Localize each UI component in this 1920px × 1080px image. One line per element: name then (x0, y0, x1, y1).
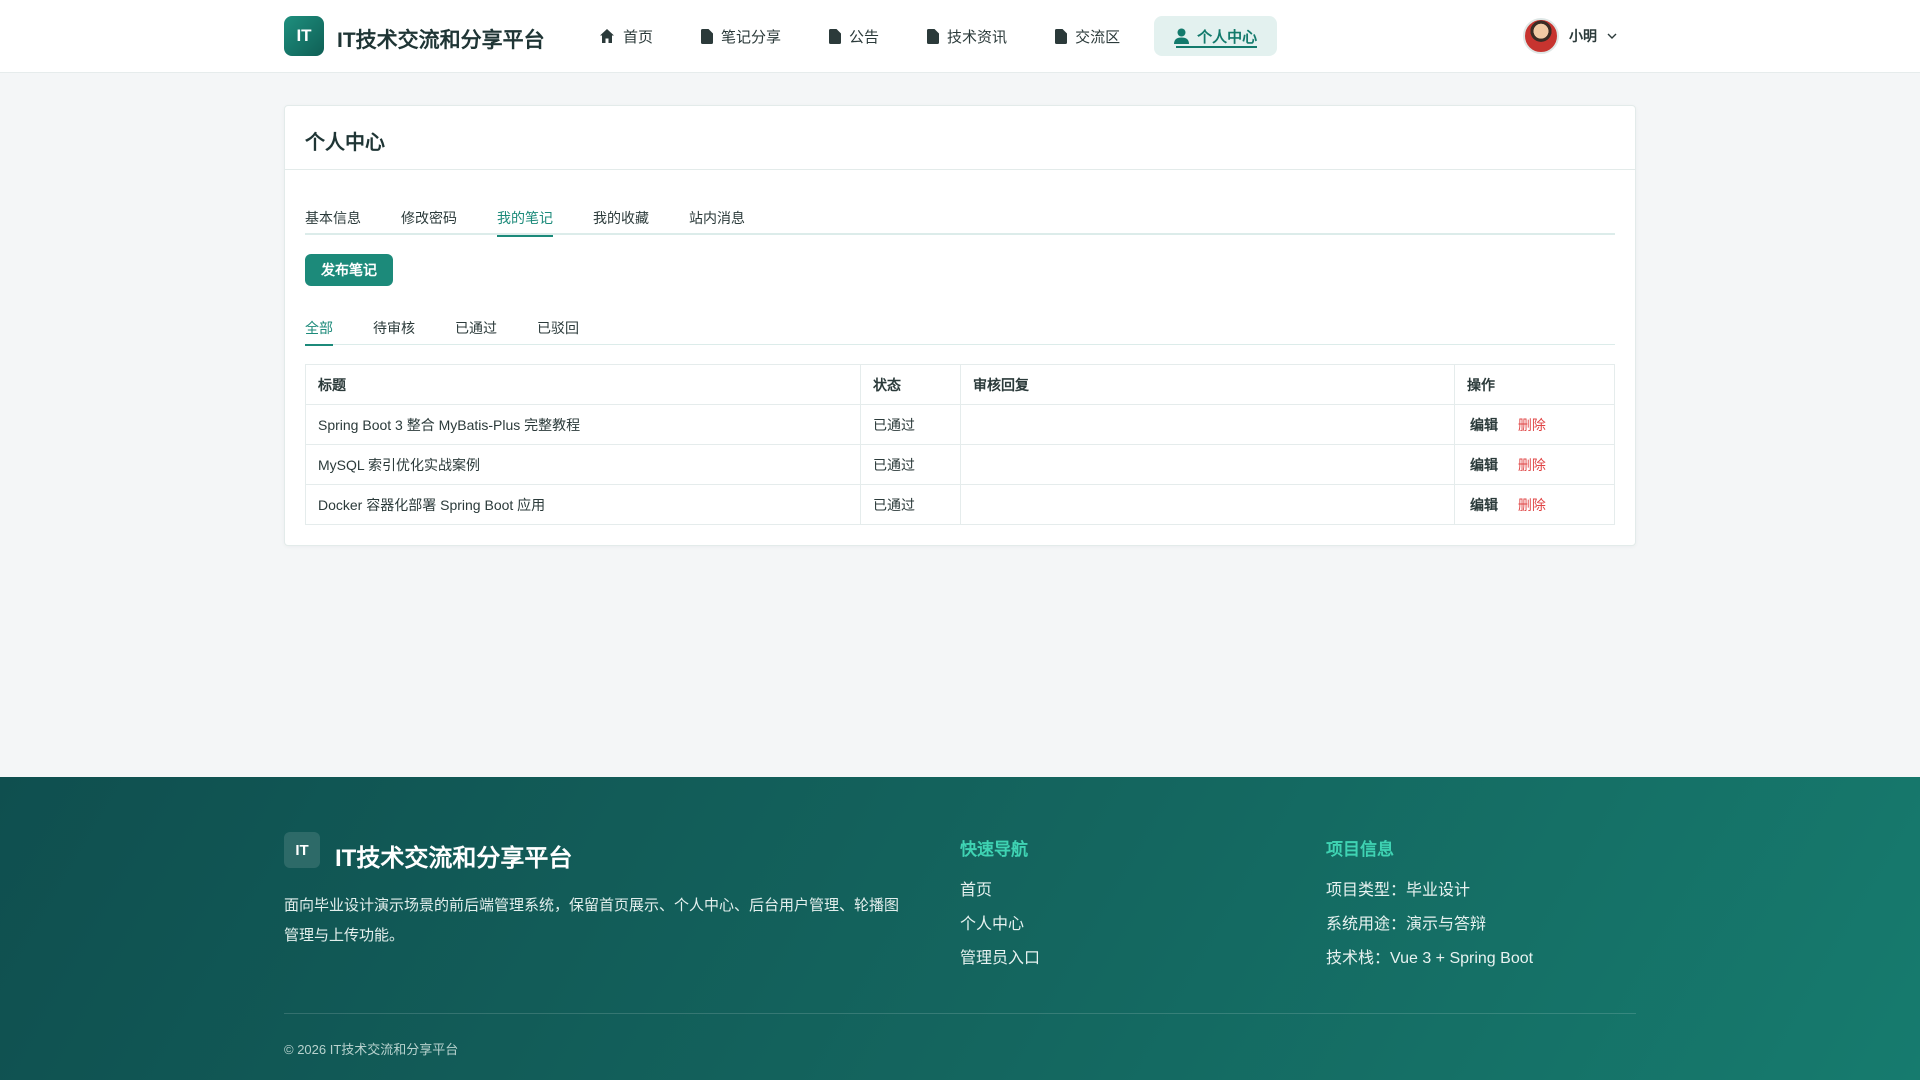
profile-tabs: 基本信息 修改密码 我的笔记 我的收藏 站内消息 (305, 202, 1615, 237)
table-row: MySQL 索引优化实战案例 已通过 编辑 删除 (305, 444, 1615, 485)
home-icon (600, 29, 614, 43)
table-row: Spring Boot 3 整合 MyBatis-Plus 完整教程 已通过 编… (305, 404, 1615, 445)
document-icon (701, 28, 714, 44)
footer-brand: IT技术交流和分享平台 (335, 845, 573, 872)
tab-change-password[interactable]: 修改密码 (401, 202, 457, 235)
table-header-row: 标题 状态 审核回复 操作 (305, 364, 1615, 405)
document-icon (829, 28, 842, 44)
subtab-pending[interactable]: 待审核 (373, 311, 415, 345)
active-nav-underline (1176, 46, 1258, 48)
note-reply (960, 484, 1455, 525)
nav-notes-label: 笔记分享 (721, 28, 782, 46)
note-actions: 编辑 删除 (1454, 484, 1615, 525)
delete-button[interactable]: 删除 (1518, 417, 1546, 433)
project-type: 项目类型：毕业设计 (1326, 882, 1471, 899)
note-status: 已通过 (860, 404, 961, 445)
table-row: Docker 容器化部署 Spring Boot 应用 已通过 编辑 删除 (305, 484, 1615, 525)
footer-link-admin[interactable]: 管理员入口 (960, 942, 1040, 976)
footer-logo-badge: IT (284, 832, 320, 868)
header-status: 状态 (860, 364, 961, 405)
subtab-approved[interactable]: 已通过 (455, 311, 497, 345)
project-tech-stack: 技术栈：Vue 3 + Spring Boot (1326, 950, 1534, 967)
tab-my-favorites[interactable]: 我的收藏 (593, 202, 649, 235)
note-title: Docker 容器化部署 Spring Boot 应用 (305, 484, 861, 525)
nav-announcements[interactable]: 公告 (815, 16, 893, 56)
note-status: 已通过 (860, 444, 961, 485)
nav-personal-center-label: 个人中心 (1197, 28, 1258, 46)
tab-basic-info[interactable]: 基本信息 (305, 202, 361, 235)
quick-nav-heading: 快速导航 (960, 840, 1028, 859)
subtab-rejected[interactable]: 已驳回 (537, 311, 579, 345)
copyright: © 2026 IT技术交流和分享平台 (284, 1042, 459, 1057)
nav-tech-news[interactable]: 技术资讯 (913, 16, 1021, 56)
nav-announcements-label: 公告 (849, 28, 880, 46)
notes-table: 标题 状态 审核回复 操作 Spring Boot 3 整合 MyBatis-P… (305, 364, 1615, 525)
header-review-reply: 审核回复 (960, 364, 1455, 405)
avatar[interactable] (1523, 18, 1559, 54)
project-info-heading: 项目信息 (1326, 840, 1394, 859)
document-icon (927, 28, 940, 44)
edit-button[interactable]: 编辑 (1470, 457, 1498, 473)
note-reply (960, 444, 1455, 485)
page-title: 个人中心 (305, 132, 385, 154)
user-menu[interactable]: 小明 (1523, 17, 1617, 55)
nav-forum[interactable]: 交流区 (1041, 16, 1134, 56)
nav-tech-news-label: 技术资讯 (947, 28, 1008, 46)
footer-project-info: 项目信息 项目类型：毕业设计 系统用途：演示与答辩 技术栈：Vue 3 + Sp… (1326, 835, 1533, 976)
header-title: 标题 (305, 364, 861, 405)
nav-notes[interactable]: 笔记分享 (687, 16, 795, 56)
header-actions: 操作 (1454, 364, 1615, 405)
note-actions: 编辑 删除 (1454, 444, 1615, 485)
personal-center-card: 个人中心 基本信息 修改密码 我的笔记 我的收藏 站内消息 发布笔记 全部 待审… (284, 105, 1636, 546)
note-actions: 编辑 删除 (1454, 404, 1615, 445)
tab-messages[interactable]: 站内消息 (689, 202, 745, 235)
site-footer: IT IT技术交流和分享平台 面向毕业设计演示场景的前后端管理系统，保留首页展示… (0, 777, 1920, 1080)
publish-note-button[interactable]: 发布笔记 (305, 254, 393, 286)
logo-badge[interactable]: IT (284, 16, 324, 56)
note-reply (960, 404, 1455, 445)
footer-quick-nav: 快速导航 首页 个人中心 管理员入口 (960, 835, 1040, 976)
nav-home-label: 首页 (623, 28, 654, 46)
note-title: Spring Boot 3 整合 MyBatis-Plus 完整教程 (305, 404, 861, 445)
status-filter-tabs: 全部 待审核 已通过 已驳回 (305, 311, 1615, 346)
chevron-down-icon[interactable] (1607, 33, 1617, 39)
delete-button[interactable]: 删除 (1518, 497, 1546, 513)
footer-link-personal-center[interactable]: 个人中心 (960, 908, 1040, 942)
card-divider (285, 169, 1635, 170)
footer-description: 面向毕业设计演示场景的前后端管理系统，保留首页展示、个人中心、后台用户管理、轮播… (284, 897, 900, 944)
note-status: 已通过 (860, 484, 961, 525)
footer-divider (284, 1013, 1636, 1014)
note-title: MySQL 索引优化实战案例 (305, 444, 861, 485)
tab-my-notes[interactable]: 我的笔记 (497, 202, 553, 237)
delete-button[interactable]: 删除 (1518, 457, 1546, 473)
user-icon (1174, 28, 1190, 44)
document-icon (1055, 28, 1068, 44)
nav-forum-label: 交流区 (1075, 28, 1121, 46)
site-title[interactable]: IT技术交流和分享平台 (337, 24, 545, 54)
subtab-all[interactable]: 全部 (305, 311, 333, 346)
edit-button[interactable]: 编辑 (1470, 497, 1498, 513)
project-purpose: 系统用途：演示与答辩 (1326, 916, 1487, 933)
edit-button[interactable]: 编辑 (1470, 417, 1498, 433)
user-name[interactable]: 小明 (1569, 26, 1597, 46)
top-header: IT IT技术交流和分享平台 首页 笔记分享 公告 技术资讯 交流区 个人中心 (0, 0, 1920, 73)
nav-home[interactable]: 首页 (585, 16, 667, 56)
footer-link-home[interactable]: 首页 (960, 874, 1040, 908)
main-nav: 首页 笔记分享 公告 技术资讯 交流区 个人中心 (585, 16, 1297, 56)
nav-personal-center[interactable]: 个人中心 (1154, 16, 1278, 56)
